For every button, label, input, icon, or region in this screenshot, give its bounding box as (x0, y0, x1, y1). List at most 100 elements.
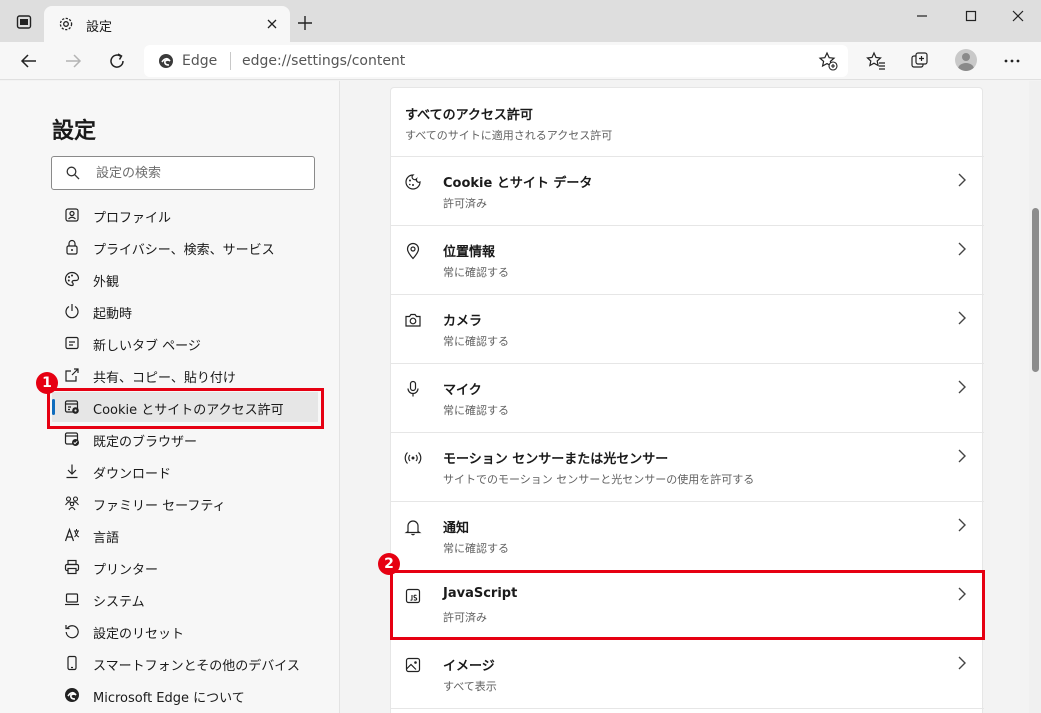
permission-location[interactable]: 位置情報 常に確認する (391, 226, 984, 295)
sidebar-item-privacy[interactable]: プライバシー、検索、サービス (52, 232, 318, 262)
maximize-button[interactable] (953, 4, 989, 28)
microphone-icon (404, 380, 422, 398)
chevron-right-icon (955, 172, 969, 188)
bell-icon (404, 518, 422, 536)
collections-button[interactable] (908, 49, 932, 73)
collections-icon (911, 52, 928, 68)
sidebar-item-label: 言語 (93, 531, 120, 546)
tab-title: 設定 (86, 20, 113, 35)
close-tab-button[interactable] (262, 14, 282, 34)
camera-icon (404, 311, 422, 329)
close-icon (267, 19, 277, 29)
address-bar[interactable]: Edge edge://settings/content (144, 45, 848, 77)
sidebar-item-share[interactable]: 共有、コピー、貼り付け (52, 360, 318, 390)
cookie-icon (404, 173, 422, 191)
permission-status: 常に確認する (443, 335, 509, 348)
section-title: すべてのアクセス許可 (405, 108, 533, 123)
sidebar-item-label: 新しいタブ ページ (93, 339, 201, 354)
reset-icon (64, 623, 80, 639)
annotation-badge-1: 1 (36, 372, 58, 394)
new-tab-page-icon (64, 335, 80, 351)
chevron-right-icon (955, 310, 969, 326)
default-browser-icon (64, 431, 80, 447)
add-favorite-button[interactable] (818, 51, 838, 71)
favorites-button[interactable] (864, 49, 888, 73)
forward-button[interactable] (61, 49, 85, 73)
settings-search[interactable] (51, 156, 315, 190)
page-title: 設定 (52, 119, 97, 144)
search-input[interactable] (96, 164, 296, 182)
chevron-right-icon (955, 379, 969, 395)
sidebar-item-label: プライバシー、検索、サービス (93, 243, 275, 258)
sidebar-item-languages[interactable]: 言語 (52, 520, 318, 550)
sidebar-item-downloads[interactable]: ダウンロード (52, 456, 318, 486)
sidebar-item-devices[interactable]: スマートフォンとその他のデバイス (52, 648, 318, 678)
permission-microphone[interactable]: マイク 常に確認する (391, 364, 984, 433)
sidebar-item-label: 外観 (93, 275, 120, 290)
sidebar-item-printers[interactable]: プリンター (52, 552, 318, 582)
sidebar-item-label: スマートフォンとその他のデバイス (93, 659, 300, 674)
sidebar-item-appearance[interactable]: 外観 (52, 264, 318, 294)
permission-title: Cookie とサイト データ (443, 176, 593, 191)
phone-icon (64, 655, 80, 671)
annotation-highlight-1 (47, 388, 324, 429)
permission-status: 常に確認する (443, 542, 509, 555)
ellipsis-icon (1004, 59, 1020, 63)
sidebar-item-label: 共有、コピー、貼り付け (93, 371, 236, 386)
scrollbar-thumb[interactable] (1032, 208, 1039, 372)
permission-motion-sensors[interactable]: モーション センサーまたは光センサー サイトでのモーション センサーと光センサー… (391, 433, 984, 502)
permission-title: カメラ (443, 314, 483, 329)
permission-status: 常に確認する (443, 266, 509, 279)
sidebar-item-label: Microsoft Edge について (93, 691, 245, 706)
new-tab-button[interactable] (294, 12, 316, 34)
sidebar-item-label: ダウンロード (93, 467, 172, 482)
title-bar: 設定 (0, 0, 1041, 42)
minimize-button[interactable] (904, 4, 940, 28)
arrow-right-icon (66, 54, 82, 68)
search-icon (66, 166, 80, 180)
address-brand: Edge (182, 53, 218, 69)
sidebar-item-profile[interactable]: プロファイル (52, 200, 318, 230)
sidebar-item-reset[interactable]: 設定のリセット (52, 616, 318, 646)
permission-camera[interactable]: カメラ 常に確認する (391, 295, 984, 364)
sidebar-item-new-tab-page[interactable]: 新しいタブ ページ (52, 328, 318, 358)
chevron-right-icon (955, 448, 969, 464)
sidebar-item-about[interactable]: Microsoft Edge について (52, 680, 318, 710)
url-text[interactable]: edge://settings/content (242, 53, 405, 69)
sensor-icon (404, 449, 422, 467)
laptop-icon (64, 591, 80, 607)
avatar[interactable] (955, 49, 977, 71)
image-icon (404, 656, 422, 674)
sidebar-item-label: ファミリー セーフティ (93, 499, 226, 514)
tab-settings[interactable]: 設定 (44, 6, 290, 42)
family-icon (64, 495, 80, 511)
permission-images[interactable]: イメージ すべて表示 (391, 640, 984, 709)
permission-status: 常に確認する (443, 404, 509, 417)
sidebar-item-label: 起動時 (93, 307, 133, 322)
sidebar-item-family-safety[interactable]: ファミリー セーフティ (52, 488, 318, 518)
toolbar: Edge edge://settings/content (0, 42, 1041, 80)
permission-title: 位置情報 (443, 245, 496, 260)
permissions-header: すべてのアクセス許可 すべてのサイトに適用されるアクセス許可 (391, 88, 984, 157)
sidebar-item-startup[interactable]: 起動時 (52, 296, 318, 326)
chevron-right-icon (955, 655, 969, 671)
back-button[interactable] (17, 49, 41, 73)
refresh-icon (110, 53, 124, 68)
permission-notifications[interactable]: 通知 常に確認する (391, 502, 984, 571)
sidebar-item-system[interactable]: システム (52, 584, 318, 614)
arrow-left-icon (20, 54, 36, 68)
more-menu-button[interactable] (1000, 49, 1024, 73)
star-add-icon (818, 51, 838, 71)
permission-cookies[interactable]: Cookie とサイト データ 許可済み (391, 157, 984, 226)
window-menu-icon[interactable] (16, 14, 32, 30)
scrollbar-track[interactable] (1029, 81, 1041, 713)
permission-title: 通知 (443, 521, 470, 536)
permission-title: イメージ (443, 659, 495, 674)
gear-icon (58, 16, 74, 32)
address-separator (230, 52, 231, 70)
location-icon (404, 242, 422, 260)
close-window-button[interactable] (1000, 4, 1036, 28)
refresh-button[interactable] (105, 49, 129, 73)
section-subtitle: すべてのサイトに適用されるアクセス許可 (405, 129, 613, 142)
profile-icon (64, 207, 80, 223)
